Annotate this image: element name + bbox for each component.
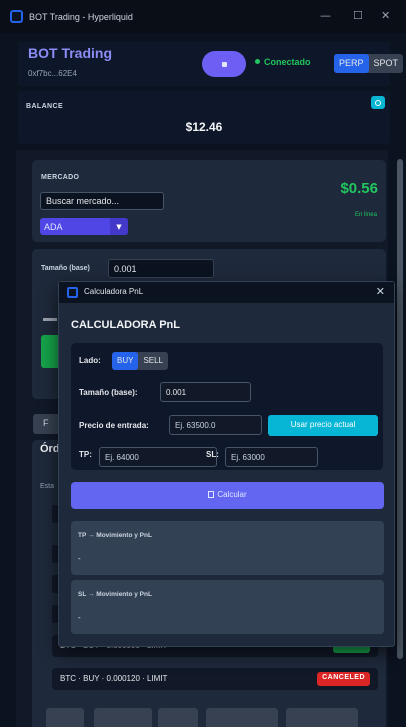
size-label: Tamaño (base) xyxy=(41,265,90,272)
order-row[interactable]: BTC · BUY · 0.000120 · LIMIT CANCELED xyxy=(52,668,378,690)
buy-button[interactable] xyxy=(41,335,59,368)
app-header: BOT Trading 0xf7bc...62E4 Conectado PERP… xyxy=(18,42,404,86)
minimize-icon[interactable]: — xyxy=(320,9,331,22)
market-select[interactable]: ADA ▼ xyxy=(40,218,128,235)
footer-button[interactable] xyxy=(46,708,84,727)
sl-result-label: SL → Movimiento y PnL xyxy=(78,591,152,598)
scrollbar-thumb[interactable] xyxy=(397,159,403,659)
side-buy-button[interactable]: BUY xyxy=(112,352,139,370)
market-card: MERCADO ADA ▼ $0.56 En línea xyxy=(32,160,386,242)
dialog-window-title: Calculadora PnL xyxy=(84,287,144,296)
sl-input[interactable] xyxy=(225,447,318,467)
chevron-down-icon: ▼ xyxy=(110,218,128,235)
side-toggle: BUY SELL xyxy=(112,352,169,370)
market-status: En línea xyxy=(354,212,377,218)
dialog-titlebar: Calculadora PnL ✕ xyxy=(59,282,394,303)
balance-label: BALANCE xyxy=(26,103,64,110)
tp-result-value: - xyxy=(78,554,81,563)
dialog-heading: CALCULADORA PnL xyxy=(71,319,180,331)
maximize-icon[interactable]: ☐ xyxy=(353,9,363,22)
balance-value: $12.46 xyxy=(185,120,223,134)
entry-price-input[interactable] xyxy=(169,415,262,435)
calculate-button-label: Calcular xyxy=(217,490,247,499)
mode-toggle: PERP SPOT xyxy=(334,54,404,73)
calc-size-input[interactable] xyxy=(160,382,251,402)
calc-size-label: Tamaño (base): xyxy=(79,388,138,397)
calculate-button[interactable]: Calcular xyxy=(71,482,384,509)
orders-state-label: Esta xyxy=(40,483,55,490)
connection-status: Conectado xyxy=(255,57,311,67)
wallet-address: 0xf7bc...62E4 xyxy=(28,69,77,78)
sl-label: SL: xyxy=(206,450,219,459)
tp-label: TP: xyxy=(79,450,92,459)
side-label: Lado: xyxy=(79,356,101,365)
footer-button[interactable] xyxy=(94,708,152,727)
use-current-price-button[interactable]: Usar precio actual xyxy=(268,415,378,436)
app-icon xyxy=(67,287,78,298)
market-selected-value: ADA xyxy=(44,221,63,232)
balance-card: BALANCE $12.46 xyxy=(18,91,390,144)
connection-status-label: Conectado xyxy=(264,57,311,67)
footer-button[interactable] xyxy=(286,708,358,727)
status-dot-icon xyxy=(255,59,260,64)
refresh-button[interactable] xyxy=(371,96,385,109)
minus-icon xyxy=(43,318,57,321)
close-icon[interactable]: ✕ xyxy=(376,285,385,298)
tp-input[interactable] xyxy=(99,447,217,467)
app-icon xyxy=(10,10,23,23)
window-titlebar: BOT Trading - Hyperliquid — ☐ ✕ xyxy=(0,0,406,33)
sl-result-value: - xyxy=(78,613,81,622)
market-price: $0.56 xyxy=(340,180,378,197)
wallet-button[interactable] xyxy=(202,51,246,77)
footer-button[interactable] xyxy=(158,708,198,727)
calculator-icon xyxy=(208,491,215,498)
size-input[interactable] xyxy=(108,259,214,278)
footer-button[interactable] xyxy=(206,708,278,727)
market-label: MERCADO xyxy=(41,174,80,181)
sl-result-card: SL → Movimiento y PnL - xyxy=(71,580,384,634)
mode-spot-button[interactable]: SPOT xyxy=(369,54,404,73)
entry-price-label: Precio de entrada: xyxy=(79,421,149,430)
mode-perp-button[interactable]: PERP xyxy=(334,54,369,73)
side-sell-button[interactable]: SELL xyxy=(138,352,168,370)
tp-result-label: TP → Movimiento y PnL xyxy=(78,532,152,539)
refresh-icon xyxy=(375,99,381,106)
pnl-calculator-dialog: Calculadora PnL ✕ CALCULADORA PnL Lado: … xyxy=(58,281,395,647)
wallet-icon xyxy=(221,61,227,67)
orders-title: Órd xyxy=(40,443,60,455)
calculator-form: Lado: BUY SELL Tamaño (base): Precio de … xyxy=(71,343,383,470)
tp-result-card: TP → Movimiento y PnL - xyxy=(71,521,384,575)
order-row-text: BTC · BUY · 0.000120 · LIMIT xyxy=(60,674,168,683)
app-brand: BOT Trading xyxy=(28,45,112,61)
window-title: BOT Trading - Hyperliquid xyxy=(29,11,133,22)
market-search-input[interactable] xyxy=(40,192,164,210)
close-icon[interactable]: ✕ xyxy=(381,9,390,22)
status-badge: CANCELED xyxy=(317,672,370,686)
